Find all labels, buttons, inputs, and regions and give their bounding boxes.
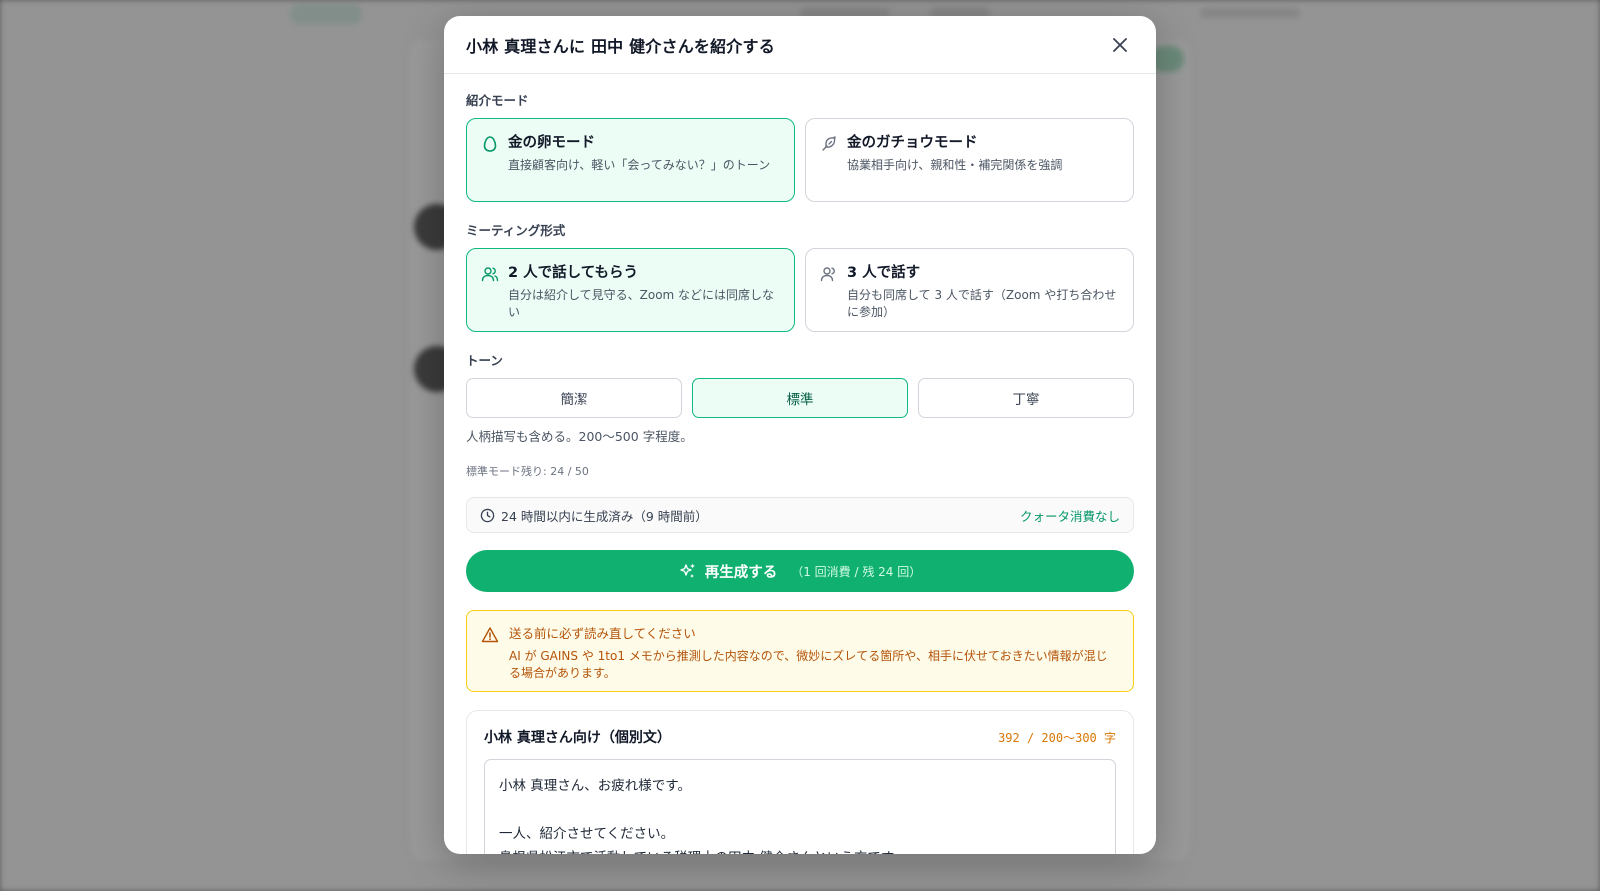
regenerate-label: 再生成する — [704, 564, 778, 581]
tone-description: 人柄描写も含める。200〜500 字程度。 — [466, 429, 693, 444]
option-description: 直接顧客向け、軽い「会ってみない？」のトーン — [508, 158, 771, 172]
modal-body: 紹介モード 金の卵モード 直接顧客向け、軽い「会ってみない？」のトーン 金のガチ… — [444, 74, 1156, 854]
quota-remaining: 標準モード残り: 24 / 50 — [466, 465, 589, 478]
warning-icon — [481, 627, 499, 643]
two-users-icon — [481, 267, 499, 282]
tone-button-standard[interactable]: 標準 — [692, 378, 908, 418]
intro-mode-option-golden-egg[interactable]: 金の卵モード 直接顧客向け、軽い「会ってみない？」のトーン — [466, 118, 795, 202]
message-line: 一人、紹介させてください。 — [499, 826, 675, 842]
cache-note: クォータ消費なし — [1019, 508, 1120, 524]
regenerate-button[interactable]: 再生成する （1 回消費 / 残 24 回） — [466, 550, 1134, 592]
close-icon — [1113, 37, 1127, 52]
users-icon — [820, 267, 835, 282]
meeting-option-two-person[interactable]: 2 人で話してもらう 自分は紹介して見守る、Zoom などには同席しない — [466, 248, 795, 332]
option-title: 3 人で話す — [847, 265, 921, 281]
option-title: 金の卵モード — [508, 135, 595, 151]
option-description: 自分は紹介して見守る、Zoom などには同席しない — [508, 288, 775, 319]
cache-notice: 24 時間以内に生成済み（9 時間前） クォータ消費なし — [466, 497, 1134, 533]
warning-title: 送る前に必ず読み直してください — [509, 626, 696, 641]
message-card: 小林 真理さん向け（個別文） 392 / 200〜300 字 小林 真理さん、お… — [466, 710, 1134, 854]
cache-text: 24 時間以内に生成済み（9 時間前） — [501, 508, 708, 524]
meeting-option-three-person[interactable]: 3 人で話す 自分も同席して 3 人で話す（Zoom や打ち合わせに参加） — [805, 248, 1134, 332]
option-title: 2 人で話してもらう — [508, 265, 638, 281]
intro-mode-option-golden-goose[interactable]: 金のガチョウモード 協業相手向け、親和性・補完関係を強調 — [805, 118, 1134, 202]
goose-icon — [822, 136, 836, 151]
warning-body: AI が GAINS や 1to1 メモから推測した内容なので、微妙にズレてる箇… — [509, 649, 1108, 680]
message-line: 島根県松江市で活動している税理士の田中 健介さんという方です。 — [499, 846, 1101, 854]
regenerate-sub: （1 回消費 / 残 24 回） — [791, 564, 922, 579]
clock-icon — [480, 508, 495, 522]
tone-options: 簡潔 標準 丁寧 — [466, 378, 1134, 418]
message-title: 小林 真理さん向け（個別文） — [484, 730, 671, 746]
option-description: 自分も同席して 3 人で話す（Zoom や打ち合わせに参加） — [847, 288, 1117, 319]
tone-button-concise[interactable]: 簡潔 — [466, 378, 682, 418]
meeting-format-options: 2 人で話してもらう 自分は紹介して見守る、Zoom などには同席しない 3 人… — [466, 248, 1134, 332]
character-count: 392 / 200〜300 字 — [998, 730, 1116, 745]
option-description: 協業相手向け、親和性・補完関係を強調 — [847, 158, 1063, 172]
message-textarea[interactable]: 小林 真理さん、お疲れ様です。 一人、紹介させてください。 島根県松江市で活動し… — [484, 759, 1116, 854]
modal-header: 小林 真理さんに 田中 健介さんを紹介する — [444, 16, 1156, 74]
message-line: 小林 真理さん、お疲れ様です。 — [499, 778, 691, 794]
modal-title: 小林 真理さんに 田中 健介さんを紹介する — [466, 36, 775, 56]
warning-box: 送る前に必ず読み直してください AI が GAINS や 1to1 メモから推測… — [466, 610, 1134, 692]
sparkles-icon — [680, 563, 695, 578]
option-title: 金のガチョウモード — [847, 135, 978, 151]
tone-label: トーン — [466, 353, 503, 368]
intro-mode-options: 金の卵モード 直接顧客向け、軽い「会ってみない？」のトーン 金のガチョウモード … — [466, 118, 1134, 202]
tone-button-polite[interactable]: 丁寧 — [918, 378, 1134, 418]
meeting-format-label: ミーティング形式 — [466, 223, 566, 238]
close-button[interactable] — [1106, 31, 1134, 59]
egg-icon — [483, 136, 497, 152]
intro-modal: 小林 真理さんに 田中 健介さんを紹介する 紹介モード 金の卵モード 直接顧客向… — [444, 16, 1156, 854]
intro-mode-label: 紹介モード — [466, 93, 529, 108]
